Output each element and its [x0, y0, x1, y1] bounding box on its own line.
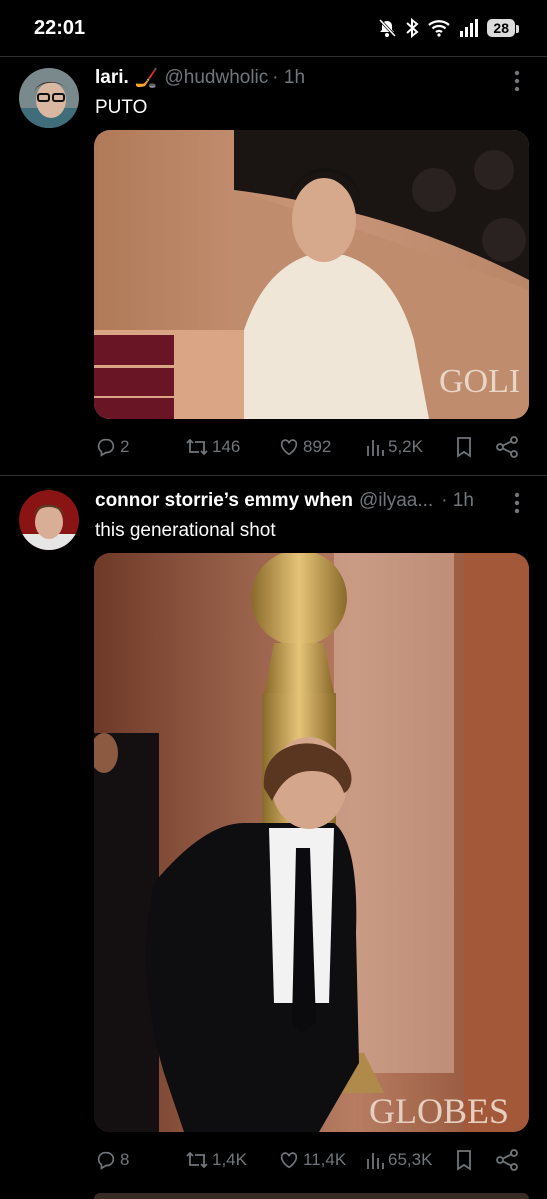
reply-icon: [97, 1151, 115, 1170]
view-count: 65,3K: [388, 1150, 433, 1169]
reply-button[interactable]: 8: [95, 1149, 129, 1171]
like-button[interactable]: 892: [278, 436, 331, 458]
hockey-emoji: 🏒: [134, 68, 159, 89]
heart-icon: [280, 439, 298, 456]
heart-icon: [280, 1152, 298, 1169]
views-button[interactable]: 5,2K: [365, 436, 423, 458]
share-icon[interactable]: [495, 436, 519, 458]
status-bar: 22:01 28: [0, 0, 547, 56]
reply-count: 2: [120, 437, 130, 456]
tweet-header: connor storrie’s emmy when @ilyaa... · 1…: [95, 488, 531, 514]
signal-icon: [460, 19, 479, 37]
user-handle[interactable]: @ilyaa...: [359, 490, 433, 512]
media-caption-text: GOLI: [439, 363, 520, 400]
tweet-text: PUTO: [95, 97, 148, 118]
reply-button[interactable]: 2: [95, 436, 129, 458]
more-options-icon[interactable]: [507, 491, 527, 515]
like-count: 892: [303, 437, 332, 456]
next-tweet-media-peek: [94, 1193, 529, 1199]
avatar[interactable]: [19, 68, 79, 128]
wifi-icon: [428, 20, 451, 37]
views-chart-icon: [367, 1153, 384, 1169]
status-time: 22:01: [34, 16, 86, 39]
photo-golden-globe: GLOBES: [94, 553, 529, 1132]
avatar[interactable]: [19, 490, 79, 550]
retweet-icon: [186, 438, 208, 456]
retweet-count: 146: [212, 437, 241, 456]
bookmark-icon[interactable]: [455, 1149, 473, 1171]
tweet-header: lari. 🏒 @hudwholic · 1h: [95, 65, 531, 91]
tweet-time[interactable]: · 1h: [441, 490, 474, 512]
retweet-button[interactable]: 1,4K: [185, 1149, 247, 1171]
bookmark-icon[interactable]: [455, 436, 473, 458]
tweet-media[interactable]: GLOBES: [94, 553, 529, 1132]
reply-icon: [97, 438, 115, 457]
tweet-text: this generational shot: [95, 520, 276, 541]
tweet-2[interactable]: connor storrie’s emmy when @ilyaa... · 1…: [0, 476, 547, 1199]
mute-bell-icon: [379, 18, 397, 38]
photo-red-carpet: GOLI: [94, 130, 529, 419]
share-icon[interactable]: [495, 1149, 519, 1171]
tweet-1[interactable]: lari. 🏒 @hudwholic · 1h PUTO GOLI 2 146 …: [0, 57, 547, 475]
battery-indicator: 28: [487, 19, 519, 37]
user-handle[interactable]: @hudwholic: [164, 67, 268, 89]
media-caption-text: GLOBES: [369, 1091, 509, 1131]
status-icons: 28: [377, 18, 519, 38]
view-count: 5,2K: [388, 437, 423, 456]
like-button[interactable]: 11,4K: [278, 1149, 346, 1171]
tweet-time[interactable]: · 1h: [272, 67, 305, 89]
tweet-actions: 2 146 892 5,2K: [95, 432, 525, 462]
views-chart-icon: [367, 440, 384, 456]
more-options-icon[interactable]: [507, 69, 527, 93]
tweet-actions: 8 1,4K 11,4K 65,3K: [95, 1145, 525, 1175]
tweet-media[interactable]: GOLI: [94, 130, 529, 419]
retweet-button[interactable]: 146: [185, 436, 240, 458]
like-count: 11,4K: [303, 1150, 347, 1169]
display-name[interactable]: connor storrie’s emmy when: [95, 490, 353, 512]
retweet-icon: [186, 1151, 208, 1169]
retweet-count: 1,4K: [212, 1150, 247, 1169]
bluetooth-icon: [406, 18, 419, 38]
reply-count: 8: [120, 1150, 130, 1169]
display-name[interactable]: lari.: [95, 67, 129, 89]
views-button[interactable]: 65,3K: [365, 1149, 432, 1171]
